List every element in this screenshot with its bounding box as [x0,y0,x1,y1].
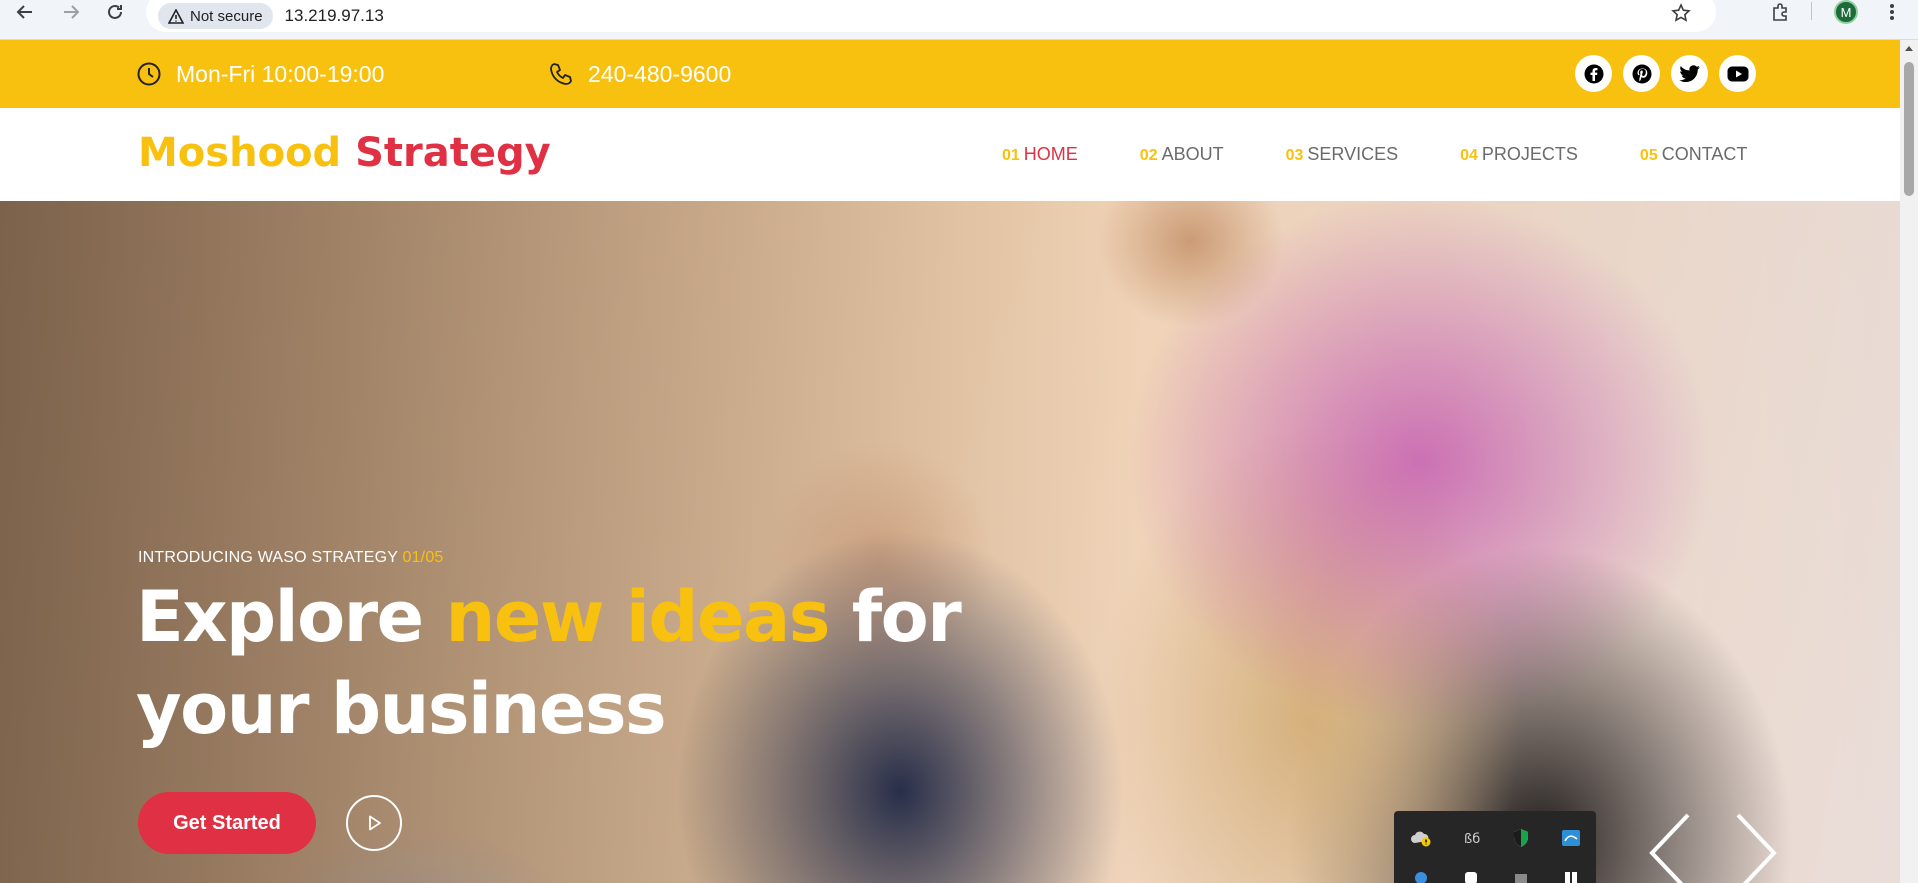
nav-item-label: ABOUT [1161,144,1224,164]
logo-part2: Strategy [355,130,551,176]
forward-icon[interactable] [54,0,88,24]
social-links [1575,55,1756,92]
nav-item-services[interactable]: 03 SERVICES [1286,144,1399,165]
play-icon [369,815,381,831]
scroll-up-icon[interactable] [1900,40,1918,56]
nav-item-contact[interactable]: 05 CONTACT [1640,144,1747,165]
bookmark-star-icon[interactable] [1668,0,1694,26]
menu-kebab-icon[interactable] [1880,0,1904,24]
browser-toolbar: Not secure 13.219.97.13 M [0,0,1918,40]
hero-title-part1: Explore [136,576,446,658]
site-header: Moshood Strategy 01 HOME 02 ABOUT 03 SER… [0,108,1900,201]
nav-item-number: 03 [1285,147,1304,164]
app-tray-icon[interactable] [1560,867,1582,883]
youtube-icon[interactable] [1719,55,1756,92]
get-started-button[interactable]: Get Started [138,792,316,854]
nav-item-label: PROJECTS [1481,144,1578,164]
app-tray-icon[interactable] [1510,867,1532,883]
nav-item-home[interactable]: 01 HOME [1002,144,1078,165]
nav-item-number: 05 [1639,147,1658,164]
reload-icon[interactable] [98,0,132,24]
hero-title-highlight: new ideas [445,576,831,658]
security-chip[interactable]: Not secure [158,3,273,29]
chevron-left-icon [1649,813,1690,883]
opening-hours-text: Mon-Fri 10:00-19:00 [176,60,385,87]
opening-hours: Mon-Fri 10:00-19:00 [136,40,384,108]
hero-title: Explore new ideas for your business [136,571,1036,755]
url-text[interactable]: 13.219.97.13 [285,6,384,26]
hero-eyebrow: INTRODUCING WASO STRATEGY 01/05 [138,549,444,567]
bluetooth-icon[interactable]: ßб [1460,827,1482,849]
hero-eyebrow-text: INTRODUCING WASO STRATEGY [138,549,398,566]
nav-item-about[interactable]: 02 ABOUT [1140,144,1224,165]
site-logo[interactable]: Moshood Strategy [138,130,551,176]
facebook-icon[interactable] [1575,55,1612,92]
app-tray-icon[interactable] [1460,867,1482,883]
logo-part1: Moshood [138,130,342,176]
nav-item-label: SERVICES [1307,144,1399,164]
chevron-right-icon [1736,813,1777,883]
slide-counter: 01/05 [402,549,444,566]
extensions-icon[interactable] [1765,0,1795,24]
onedrive-warning-icon[interactable] [1410,827,1432,849]
nav-item-label: CONTACT [1661,144,1748,164]
prev-slide-button[interactable] [1640,813,1700,883]
pinterest-icon[interactable] [1623,55,1660,92]
app-tray-icon[interactable] [1410,867,1432,883]
toolbar-divider [1811,2,1812,20]
security-label: Not secure [190,7,263,25]
phone-number-text[interactable]: 240-480-9600 [588,61,731,88]
hero-background-image [0,201,1900,883]
twitter-icon[interactable] [1671,55,1708,92]
top-info-bar: Mon-Fri 10:00-19:00 240-480-9600 [0,40,1900,108]
back-icon[interactable] [8,0,42,24]
page-scrollbar[interactable] [1900,40,1918,883]
nav-item-projects[interactable]: 04 PROJECTS [1460,144,1578,165]
main-nav: 01 HOME 02 ABOUT 03 SERVICES 04 PROJECTS… [1002,108,1809,201]
system-tray-overflow: ßб [1394,811,1596,883]
clock-icon [137,62,161,86]
display-icon[interactable] [1560,827,1582,849]
profile-avatar[interactable]: M [1834,0,1858,24]
hero-slider: INTRODUCING WASO STRATEGY 01/05 Explore … [0,201,1900,883]
nav-item-label: HOME [1023,144,1078,164]
svg-text:ßб: ßб [1464,832,1480,847]
address-bar[interactable]: Not secure 13.219.97.13 [146,0,1716,32]
next-slide-button[interactable] [1726,813,1786,883]
nav-item-number: 02 [1139,147,1158,164]
scrollbar-thumb[interactable] [1904,62,1914,196]
nav-item-number: 04 [1460,147,1478,164]
phone-number[interactable]: 240-480-9600 [548,40,731,108]
warning-icon [168,8,184,24]
nav-item-number: 01 [1002,147,1020,164]
security-shield-icon[interactable] [1510,827,1532,849]
phone-icon [550,63,572,85]
play-video-button[interactable] [346,795,402,851]
